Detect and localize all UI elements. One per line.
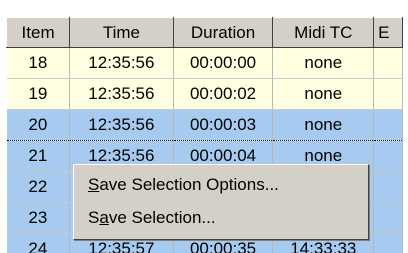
menu-item-save-selection-options[interactable]: Save Selection Options... [88,170,279,200]
cell-extra [373,47,403,79]
cell-extra [373,171,403,203]
cell-time: 12:35:56 [69,78,174,110]
table-row[interactable]: 18 12:35:56 00:00:00 none [6,47,403,79]
cell-item: 23 [6,202,71,234]
column-header-midi-tc[interactable]: Midi TC [272,17,375,48]
cell-extra [373,202,403,234]
cell-extra [373,78,403,110]
cell-item: 24 [6,233,71,253]
column-header-item[interactable]: Item [5,17,71,48]
cell-item: 20 [6,109,71,141]
cell-extra [373,233,403,253]
menu-item-save-selection[interactable]: Save Selection... [88,203,216,233]
table-row-selected[interactable]: 20 12:35:56 00:00:03 none [6,109,403,141]
cell-extra [373,140,403,172]
cell-time: 12:35:56 [69,47,174,79]
table-row[interactable]: 19 12:35:56 00:00:02 none [6,78,403,110]
cell-duration: 00:00:00 [173,47,274,79]
cell-midi-tc: none [272,78,375,110]
cell-midi-tc: none [272,47,375,79]
cell-midi-tc: none [272,109,375,141]
cell-time: 12:35:56 [69,109,174,141]
column-header-duration[interactable]: Duration [172,17,274,48]
cell-item: 18 [6,47,71,79]
context-menu: Save Selection Options... Save Selection… [73,164,369,240]
header-row: Item Time Duration Midi TC E [5,17,403,48]
column-header-truncated[interactable]: E [373,17,403,48]
cell-item: 22 [6,171,71,203]
column-header-time[interactable]: Time [69,17,174,48]
cell-duration: 00:00:02 [173,78,274,110]
cell-item: 19 [6,78,71,110]
cell-item: 21 [6,140,71,172]
cell-extra [373,109,403,141]
cell-duration: 00:00:03 [173,109,274,141]
